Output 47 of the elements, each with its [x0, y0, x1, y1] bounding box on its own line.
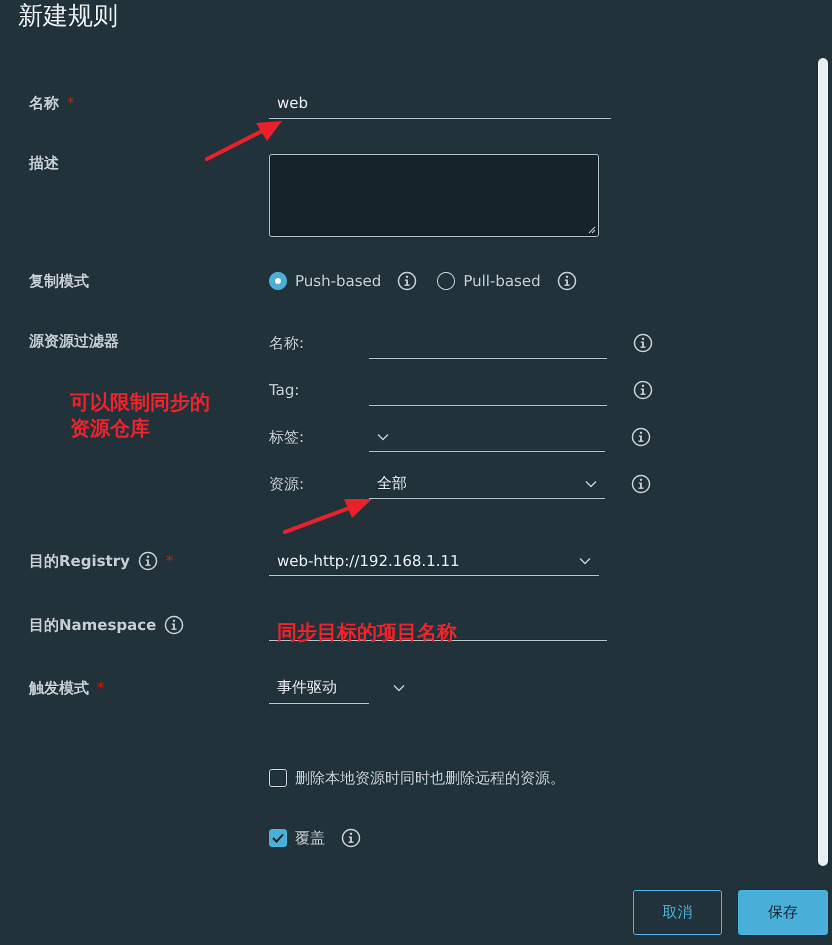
resize-grip-icon[interactable] — [588, 226, 596, 234]
scrollbar[interactable] — [818, 58, 828, 866]
cancel-button[interactable]: 取消 — [633, 890, 722, 935]
info-icon[interactable] — [341, 828, 361, 848]
field-label: 目的Registry — [29, 552, 130, 570]
filter-label: 名称: — [269, 334, 306, 352]
chevron-down-icon — [393, 684, 405, 692]
field-label: 描述 — [29, 154, 59, 173]
info-icon[interactable] — [631, 427, 651, 447]
filter-label: 标签: — [269, 428, 306, 446]
chevron-down-icon — [579, 556, 591, 564]
filter-label: 资源: — [269, 474, 306, 494]
checkbox[interactable] — [269, 829, 287, 847]
checkbox[interactable] — [269, 769, 287, 787]
filter-label: Tag: — [269, 381, 300, 399]
trigger-dropdown[interactable]: 事件驱动 — [269, 672, 369, 704]
field-label: 源资源过滤器 — [29, 332, 119, 351]
info-icon[interactable] — [556, 271, 577, 291]
info-icon[interactable] — [633, 380, 653, 400]
info-icon[interactable] — [138, 551, 158, 571]
annotation-text: 可以限制同步的 资源仓库 — [70, 389, 210, 441]
filter-dropdown[interactable]: 全部 — [369, 469, 605, 499]
save-button[interactable]: 保存 — [738, 890, 828, 935]
radio-button[interactable] — [437, 272, 456, 290]
required-mark: * — [166, 552, 174, 570]
required-mark: * — [97, 679, 104, 697]
registry-dropdown[interactable]: web-http://192.168.1.11 — [269, 546, 599, 576]
dialog-title: 新建规则 — [18, 0, 119, 32]
radio-label[interactable]: Push-based — [295, 272, 382, 290]
chevron-down-icon — [585, 480, 597, 488]
field-label: 目的Namespace — [29, 616, 156, 634]
field-label: 名称 — [29, 94, 59, 112]
info-icon[interactable] — [397, 271, 418, 291]
radio-button[interactable] — [269, 272, 287, 290]
chevron-down-icon — [377, 432, 389, 440]
checkbox-label[interactable]: 删除本地资源时同时也删除远程的资源。 — [295, 768, 565, 788]
info-icon[interactable] — [633, 333, 653, 353]
name-field[interactable]: web — [269, 87, 611, 119]
field-label: 触发模式 — [29, 678, 89, 698]
field-label: 复制模式 — [29, 272, 89, 290]
checkbox-label[interactable]: 覆盖 — [295, 828, 325, 848]
radio-label[interactable]: Pull-based — [463, 272, 541, 290]
info-icon[interactable] — [164, 615, 184, 635]
required-mark: * — [67, 94, 74, 112]
annotation-text: 同步目标的项目名称 — [277, 619, 457, 645]
description-field[interactable] — [269, 154, 599, 237]
info-icon[interactable] — [631, 474, 651, 494]
